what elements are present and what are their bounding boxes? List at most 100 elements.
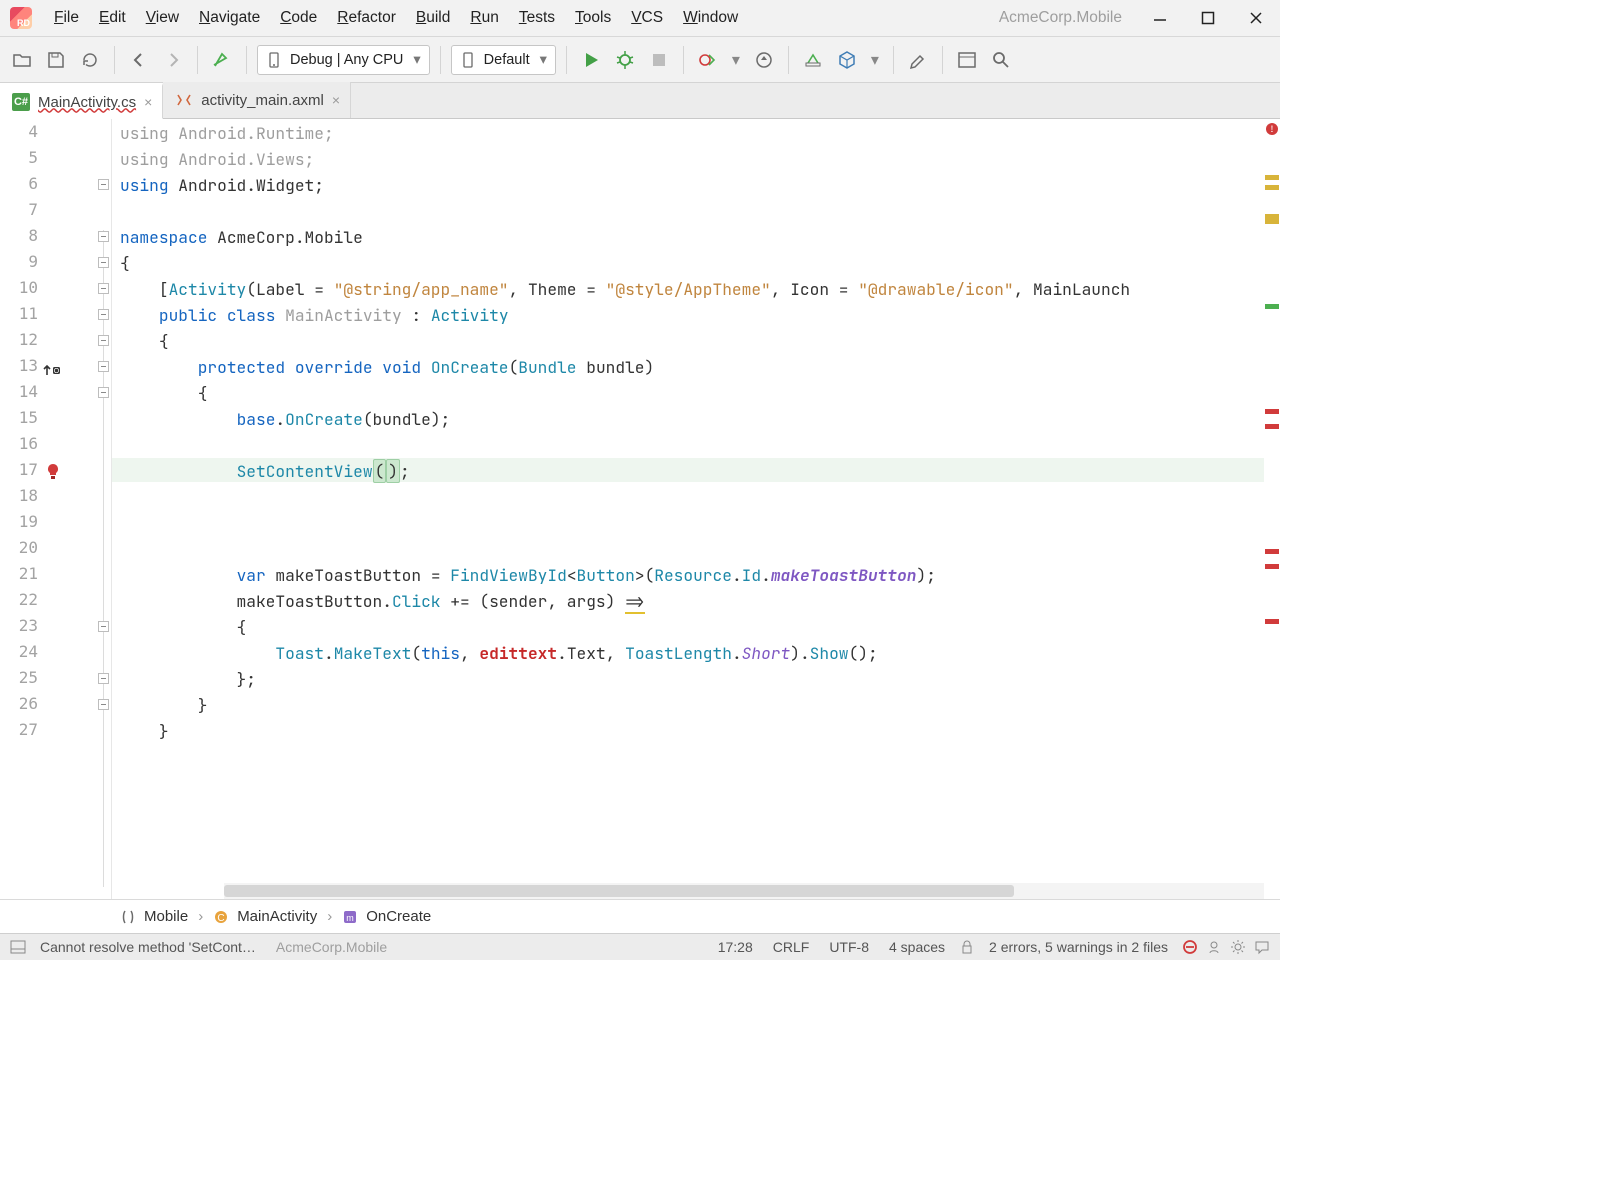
save-button[interactable] (42, 46, 70, 74)
code-line[interactable]: Toast.MakeText(this, edittext.Text, Toas… (120, 642, 1280, 664)
dropdown2-button[interactable]: ▾ (867, 46, 883, 74)
menu-refactor[interactable]: Refactor (327, 9, 406, 27)
menu-tools[interactable]: Tools (565, 9, 621, 27)
menu-file[interactable]: File (44, 9, 89, 27)
menu-edit[interactable]: Edit (89, 9, 136, 27)
error-bulb-icon[interactable] (46, 463, 60, 486)
line-number[interactable]: 26 (0, 694, 38, 713)
fold-button[interactable] (98, 699, 109, 710)
fold-button[interactable] (98, 257, 109, 268)
menu-code[interactable]: Code (270, 9, 327, 27)
nav-forward-button[interactable] (159, 46, 187, 74)
code-line[interactable]: { (120, 616, 1280, 638)
code-line[interactable]: using Android.Runtime; (120, 122, 1280, 144)
fold-button[interactable] (98, 335, 109, 346)
stop-button[interactable] (645, 46, 673, 74)
feedback-icon[interactable] (1254, 939, 1270, 955)
line-number[interactable]: 9 (0, 252, 38, 271)
commit-button[interactable] (799, 46, 827, 74)
code-line[interactable]: using Android.Views; (120, 148, 1280, 170)
line-number[interactable]: 27 (0, 720, 38, 739)
code-line[interactable]: { (120, 382, 1280, 404)
menu-vcs[interactable]: VCS (621, 9, 673, 27)
build-button[interactable] (208, 46, 236, 74)
line-number[interactable]: 20 (0, 538, 38, 557)
code-line[interactable]: protected override void OnCreate(Bundle … (120, 356, 1280, 378)
fold-button[interactable] (98, 231, 109, 242)
nav-back-button[interactable] (125, 46, 153, 74)
run-button[interactable] (577, 46, 605, 74)
line-number[interactable]: 8 (0, 226, 38, 245)
scrollbar-thumb[interactable] (224, 885, 1014, 897)
line-number[interactable]: 22 (0, 590, 38, 609)
search-button[interactable] (987, 46, 1015, 74)
horizontal-scrollbar[interactable] (224, 883, 1264, 899)
status-analysis[interactable]: 2 errors, 5 warnings in 2 files (979, 939, 1178, 955)
code-area[interactable]: ! using Android.Runtime;using Android.Vi… (112, 119, 1280, 899)
device-selector[interactable]: Default ▾ (451, 45, 556, 75)
line-number[interactable]: 21 (0, 564, 38, 583)
line-number[interactable]: 12 (0, 330, 38, 349)
line-number[interactable]: 17 (0, 460, 38, 479)
package-button[interactable] (833, 46, 861, 74)
close-tab-icon[interactable]: × (144, 94, 152, 110)
debug-button[interactable] (611, 46, 639, 74)
code-line[interactable]: var makeToastButton = FindViewById<Butto… (120, 564, 1280, 586)
status-panel-icon[interactable] (10, 939, 26, 955)
line-number[interactable]: 5 (0, 148, 38, 167)
no-entry-icon[interactable] (1182, 939, 1198, 955)
fold-button[interactable] (98, 673, 109, 684)
line-number[interactable]: 11 (0, 304, 38, 323)
menu-view[interactable]: View (136, 9, 189, 27)
line-number[interactable]: 6 (0, 174, 38, 193)
maximize-button[interactable] (1184, 0, 1232, 37)
line-number[interactable]: 19 (0, 512, 38, 531)
line-number[interactable]: 23 (0, 616, 38, 635)
menu-tests[interactable]: Tests (509, 9, 565, 27)
code-line[interactable]: public class MainActivity : Activity (120, 304, 1280, 326)
line-number[interactable]: 24 (0, 642, 38, 661)
inspector-icon[interactable] (1206, 939, 1222, 955)
breadcrumb-namespace[interactable]: Mobile (120, 908, 188, 925)
status-indent[interactable]: 4 spaces (879, 939, 955, 955)
menu-navigate[interactable]: Navigate (189, 9, 270, 27)
close-button[interactable] (1232, 0, 1280, 37)
fold-button[interactable] (98, 621, 109, 632)
minimize-button[interactable] (1136, 0, 1184, 37)
stripe-warn-mark[interactable] (1265, 219, 1279, 224)
fold-button[interactable] (98, 361, 109, 372)
override-marker-icon[interactable]: O (42, 360, 62, 382)
menu-run[interactable]: Run (460, 9, 508, 27)
lock-icon[interactable] (959, 939, 975, 955)
menu-build[interactable]: Build (406, 9, 460, 27)
code-line[interactable]: { (120, 252, 1280, 274)
run-config-selector[interactable]: Debug | Any CPU ▾ (257, 45, 430, 75)
tab-mainactivity-cs[interactable]: C#MainActivity.cs× (0, 83, 163, 119)
menu-window[interactable]: Window (673, 9, 748, 27)
line-number[interactable]: 4 (0, 122, 38, 141)
line-number[interactable]: 15 (0, 408, 38, 427)
code-line[interactable]: base.OnCreate(bundle); (120, 408, 1280, 430)
code-line[interactable]: using Android.Widget; (120, 174, 1280, 196)
code-line[interactable]: }; (120, 668, 1280, 690)
fold-button[interactable] (98, 309, 109, 320)
code-line[interactable]: SetContentView(); (120, 460, 1280, 482)
line-number[interactable]: 25 (0, 668, 38, 687)
code-line[interactable]: [Activity(Label = "@string/app_name", Th… (120, 278, 1280, 300)
gutter[interactable]: 4567891011121314151617181920212223242526… (0, 119, 112, 899)
status-message[interactable]: Cannot resolve method 'SetCont… (30, 939, 266, 955)
open-button[interactable] (8, 46, 36, 74)
breakpoints-button[interactable] (694, 46, 722, 74)
close-tab-icon[interactable]: × (332, 92, 340, 108)
dropdown-button[interactable]: ▾ (728, 46, 744, 74)
line-number[interactable]: 14 (0, 382, 38, 401)
update-button[interactable] (750, 46, 778, 74)
breadcrumb-class[interactable]: C MainActivity (213, 908, 317, 925)
fold-button[interactable] (98, 179, 109, 190)
fold-button[interactable] (98, 387, 109, 398)
line-number[interactable]: 10 (0, 278, 38, 297)
stripe-err-mark[interactable] (1265, 549, 1279, 554)
line-number[interactable]: 18 (0, 486, 38, 505)
line-number[interactable]: 7 (0, 200, 38, 219)
refresh-button[interactable] (76, 46, 104, 74)
